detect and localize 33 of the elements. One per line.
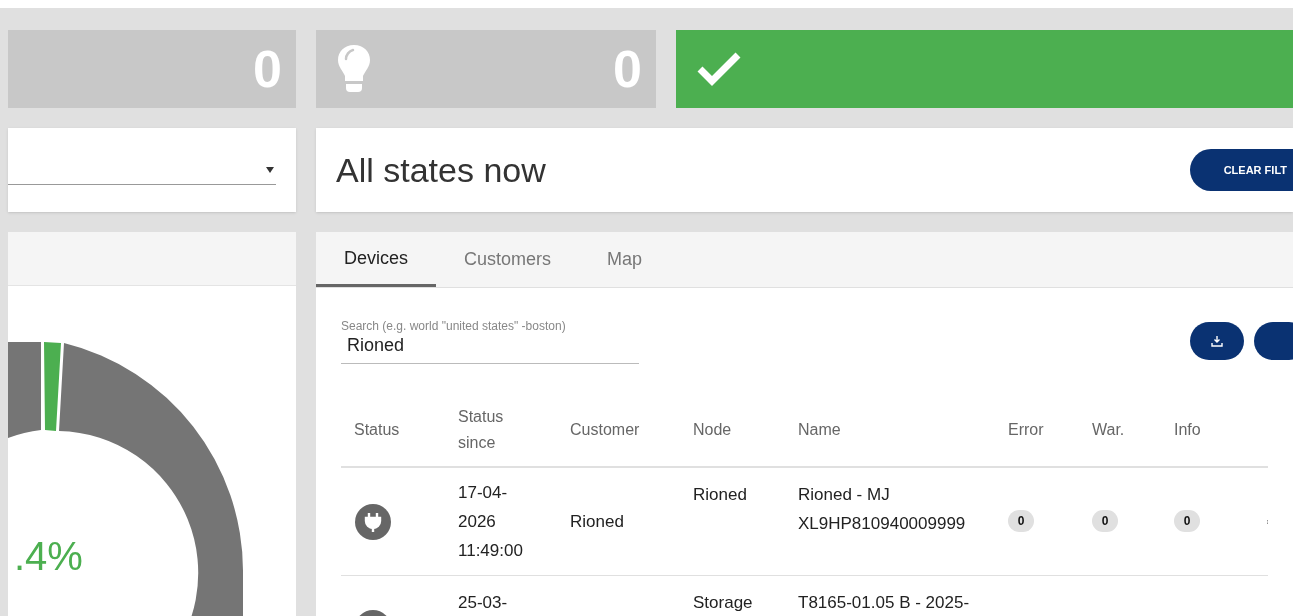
lightbulb-icon <box>336 43 372 95</box>
column-header[interactable]: War. <box>1079 417 1161 443</box>
table-cell: 17-04- 2026 11:49:00 <box>458 483 523 560</box>
column-header[interactable]: Error <box>995 417 1079 443</box>
column-header[interactable]: Name <box>785 417 995 443</box>
caret-down-icon <box>266 166 274 173</box>
download-button[interactable] <box>1190 322 1244 360</box>
tab[interactable]: Map <box>579 232 671 287</box>
table-cell: Rioned <box>693 485 747 504</box>
plug-icon <box>355 504 391 540</box>
clear-filter-button[interactable]: CLEAR FILT <box>1189 149 1293 191</box>
table-cell: T8165-01.05 B - 2025- <box>798 593 970 612</box>
table-cell: Rioned <box>570 512 624 531</box>
count-badge: 0 <box>1008 510 1034 532</box>
download-icon <box>1211 335 1223 347</box>
column-header[interactable]: Status since <box>445 404 557 456</box>
table-cell: Rioned - MJ XL9HP810940009999 <box>798 485 966 533</box>
count-badge: 0 <box>1092 510 1118 532</box>
search-label: Search (e.g. world "united states" -boston) <box>341 320 567 332</box>
tab[interactable]: Customers <box>436 232 580 287</box>
checkmark-icon <box>696 51 742 87</box>
column-header[interactable]: Node <box>680 417 785 443</box>
column-header[interactable]: Info <box>1161 417 1241 443</box>
table-cell: 25-03- <box>458 593 508 612</box>
count-badge: 0 <box>1174 510 1200 532</box>
table-cell: Storage <box>693 593 753 612</box>
tab[interactable]: Devices <box>316 232 437 287</box>
percentage-label: .4% <box>14 533 83 580</box>
column-header[interactable]: Customer <box>557 417 680 443</box>
action-button[interactable] <box>1254 322 1293 360</box>
search-field[interactable]: Rioned <box>341 332 639 364</box>
filter-title: All states now <box>336 149 546 191</box>
column-header[interactable]: Status <box>341 417 445 443</box>
